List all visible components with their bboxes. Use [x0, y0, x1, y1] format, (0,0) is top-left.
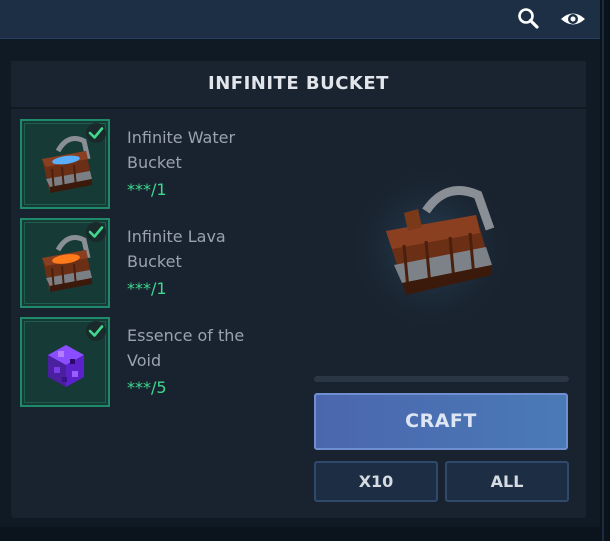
search-icon[interactable] [516, 6, 542, 32]
ingredient-slot[interactable] [20, 218, 110, 308]
ingredient-item[interactable]: Essence of the Void ***/5 [20, 317, 320, 410]
craft-all-button[interactable]: ALL [445, 461, 569, 502]
crafting-panel: INFINITE BUCKET Infinite Water Bucket **… [11, 61, 586, 518]
eye-icon[interactable] [558, 6, 588, 32]
ingredient-quantity: ***/1 [127, 180, 167, 199]
ingredient-slot[interactable] [20, 317, 110, 407]
craft-progress-bar [314, 376, 569, 382]
ingredient-item[interactable]: Infinite Water Bucket ***/1 [20, 119, 320, 212]
check-icon [86, 123, 106, 143]
ingredient-name: Essence of the Void [127, 326, 245, 370]
check-icon [86, 321, 106, 341]
ingredient-quantity: ***/1 [127, 279, 167, 298]
ingredient-slot[interactable] [20, 119, 110, 209]
infinite-bucket-icon [346, 163, 516, 347]
ingredient-name: Infinite Water Bucket [127, 128, 236, 172]
top-bar [0, 0, 600, 39]
craft-button[interactable]: CRAFT [314, 393, 568, 450]
check-icon [86, 222, 106, 242]
craft-x10-button[interactable]: X10 [314, 461, 438, 502]
bottom-strip [0, 527, 600, 541]
ingredient-quantity: ***/5 [127, 378, 167, 397]
result-preview [346, 153, 516, 343]
panel-title: INFINITE BUCKET [208, 73, 389, 94]
window-edge [600, 0, 610, 541]
ingredient-name: Infinite Lava Bucket [127, 227, 226, 271]
ingredient-item[interactable]: Infinite Lava Bucket ***/1 [20, 218, 320, 311]
panel-header: INFINITE BUCKET [11, 61, 586, 109]
